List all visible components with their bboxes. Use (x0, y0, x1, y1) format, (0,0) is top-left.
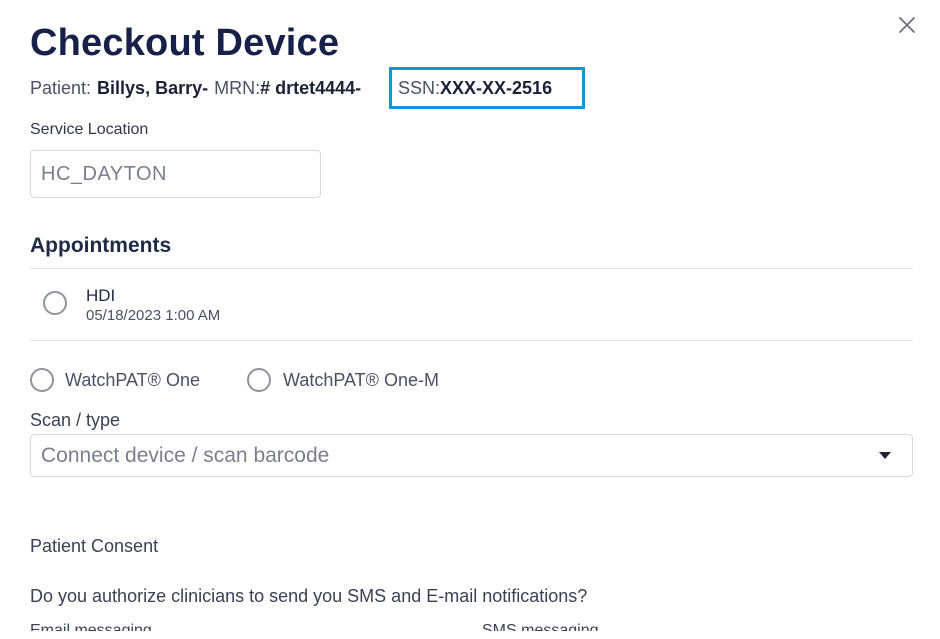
patient-name: Billys, Barry- (97, 77, 209, 98)
close-icon (899, 17, 915, 33)
mrn-value: # drtet4444- (260, 77, 362, 98)
appointment-name: HDI (86, 286, 116, 305)
patient-label: Patient: (30, 77, 92, 98)
service-location-input[interactable] (30, 150, 321, 198)
appointment-datetime: 05/18/2023 1:00 AM (86, 307, 221, 324)
close-button[interactable] (896, 14, 918, 36)
scan-type-label: Scan / type (30, 410, 121, 430)
appointment-radio-hdi[interactable] (43, 291, 67, 315)
service-location-label: Service Location (30, 121, 149, 138)
sms-messaging-label: SMS messaging (482, 622, 599, 631)
device-label-watchpat-one: WatchPAT® One (65, 370, 200, 390)
caret-down-icon (879, 452, 891, 459)
ssn-highlight: SSN: XXX-XX-2516 (389, 67, 585, 109)
appointments-divider-bottom (30, 340, 913, 341)
consent-question: Do you authorize clinicians to send you … (30, 586, 588, 606)
scan-device-select[interactable]: Connect device / scan barcode (30, 434, 913, 477)
ssn-label: SSN: (398, 77, 441, 98)
patient-info-line: Patient: Billys, Barry- MRN: # drtet4444… (30, 77, 361, 99)
email-messaging-label: Email messaging (30, 622, 152, 631)
checkout-device-dialog: Checkout Device Patient: Billys, Barry- … (0, 0, 940, 639)
ssn-value: XXX-XX-2516 (440, 77, 553, 98)
device-radio-watchpat-one[interactable] (30, 368, 54, 392)
device-label-watchpat-one-m: WatchPAT® One-M (283, 370, 439, 390)
device-radio-watchpat-one-m[interactable] (247, 368, 271, 392)
page-title: Checkout Device (30, 22, 340, 64)
patient-consent-heading: Patient Consent (30, 536, 159, 556)
scan-select-placeholder: Connect device / scan barcode (41, 443, 330, 467)
appointments-heading: Appointments (30, 234, 172, 257)
appointments-divider-top (30, 268, 913, 269)
mrn-label: MRN: (214, 77, 261, 98)
